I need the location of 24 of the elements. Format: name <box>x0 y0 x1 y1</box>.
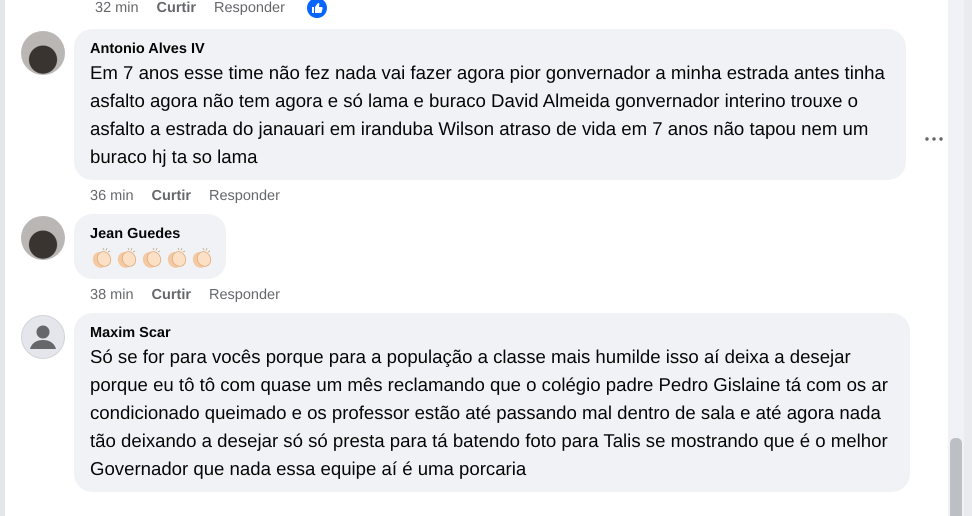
author-name[interactable]: Jean Guedes <box>90 224 214 244</box>
comment-time[interactable]: 32 min <box>95 0 139 16</box>
scrollbar-thumb[interactable] <box>950 438 962 516</box>
clapping-hands-icon <box>165 246 189 270</box>
like-link[interactable]: Curtir <box>152 188 192 204</box>
clapping-hands-icon <box>115 246 139 270</box>
avatar-photo-placeholder[interactable] <box>21 216 65 260</box>
clapping-hands-icon <box>140 246 164 270</box>
like-reaction-icon <box>306 0 327 18</box>
like-link[interactable]: Curtir <box>156 0 196 16</box>
reply-link[interactable]: Responder <box>214 0 285 16</box>
comment-time[interactable]: 38 min <box>90 287 134 303</box>
comment-text: Em 7 anos esse time não fez nada vai fazer agora pior gonvernador a minha estrada antes tinha asfalto agora não tem agora e só lama e buraco David Almeida gonvernador interino trouxe o asfalto a estrada do janauari em iranduba Wilson atraso de vida em 7 anos não tapou nem um buraco hj ta so lama <box>90 61 886 169</box>
author-name[interactable]: Maxim Scar <box>90 323 898 343</box>
clapping-hands-icon <box>190 246 214 270</box>
clapping-hands-icon <box>90 246 114 270</box>
reply-link[interactable]: Responder <box>209 188 280 204</box>
author-name[interactable]: Antonio Alves IV <box>90 39 894 59</box>
like-link[interactable]: Curtir <box>152 287 192 303</box>
comment-text: Só se for para vocês porque para a população a classe mais humilde isso aí deixa a desejar porque eu tô tô com quase um mês reclamando que o colégio padre Pedro Gislaine tá com os ar condicionado queimado e os professor estão até passando mal dentro de sala e até agora nada tão deixando a desejar só só presta para tá batendo foto para Talis se mostrando que é o melhor Governador que nada essa equipe aí é uma porcaria <box>90 345 889 481</box>
default-avatar-icon[interactable] <box>21 315 65 359</box>
comment-time[interactable]: 36 min <box>90 188 134 204</box>
avatar-photo-placeholder[interactable] <box>21 31 65 75</box>
reply-link[interactable]: Responder <box>209 287 280 303</box>
